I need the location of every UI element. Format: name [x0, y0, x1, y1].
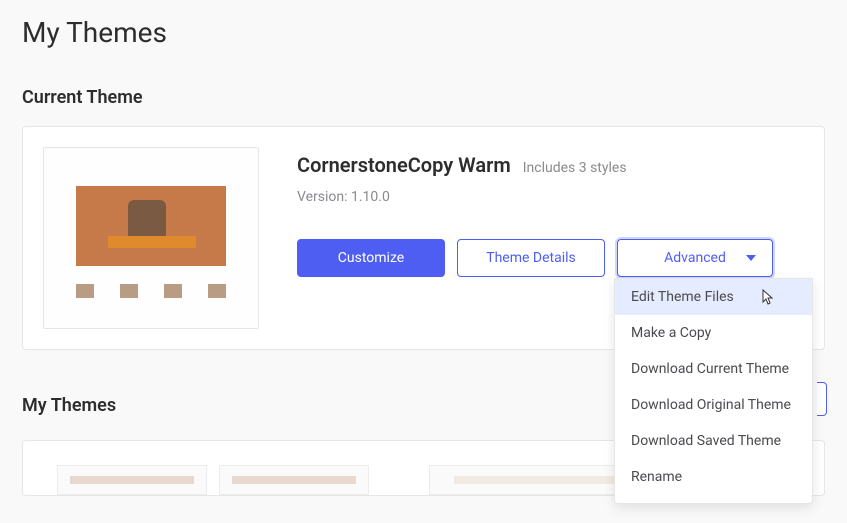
cursor-icon	[758, 289, 774, 307]
menu-item-edit-theme-files[interactable]: Edit Theme Files	[615, 279, 812, 315]
advanced-button-label: Advanced	[664, 250, 726, 266]
menu-item-download-saved-theme[interactable]: Download Saved Theme	[615, 423, 812, 459]
menu-item-make-a-copy[interactable]: Make a Copy	[615, 315, 812, 351]
current-theme-actions: Customize Theme Details Advanced	[297, 239, 804, 277]
my-themes-heading: My Themes	[22, 395, 116, 416]
caret-down-icon	[746, 255, 756, 261]
menu-item-label: Edit Theme Files	[631, 289, 734, 305]
current-theme-thumbnail[interactable]	[43, 147, 259, 329]
current-theme-info: CornerstoneCopy Warm Includes 3 styles V…	[297, 147, 804, 277]
theme-details-button[interactable]: Theme Details	[457, 239, 605, 277]
theme-card[interactable]	[57, 465, 369, 495]
current-theme-version: Version: 1.10.0	[297, 189, 804, 205]
menu-item-download-current-theme[interactable]: Download Current Theme	[615, 351, 812, 387]
advanced-dropdown: Edit Theme Files Make a Copy Download Cu…	[614, 278, 813, 504]
upload-theme-button-fragment[interactable]	[817, 382, 827, 416]
advanced-button[interactable]: Advanced	[617, 239, 773, 277]
menu-item-rename[interactable]: Rename	[615, 459, 812, 495]
current-theme-name: CornerstoneCopy Warm	[297, 153, 511, 177]
current-theme-heading: Current Theme	[22, 87, 825, 108]
menu-item-download-original-theme[interactable]: Download Original Theme	[615, 387, 812, 423]
current-theme-styles: Includes 3 styles	[523, 160, 627, 176]
customize-button[interactable]: Customize	[297, 239, 445, 277]
page-title: My Themes	[22, 16, 825, 49]
